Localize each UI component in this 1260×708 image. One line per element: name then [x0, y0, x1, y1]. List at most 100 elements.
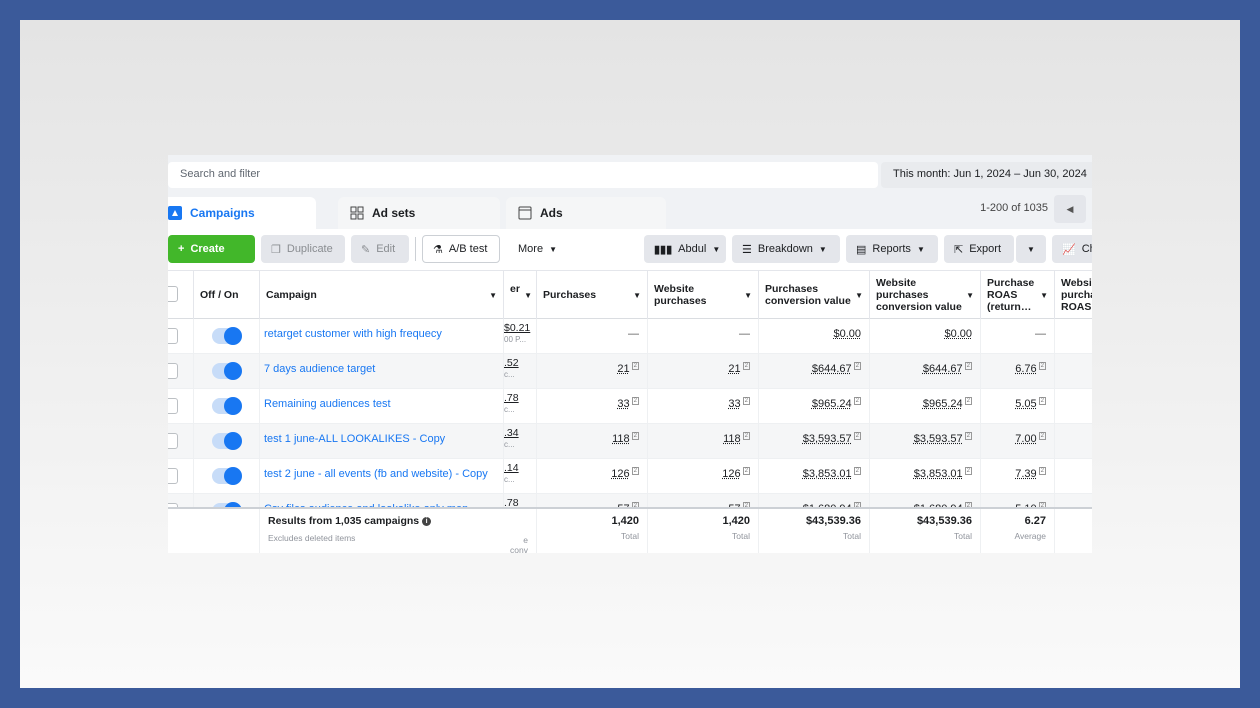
footer-website-purchases: 1,420 Total [648, 509, 759, 553]
cell-purchases-value[interactable]: $965.24 2 [759, 389, 870, 424]
create-button[interactable]: + Create [168, 235, 255, 263]
cell-website-roas [1055, 424, 1092, 459]
tab-campaigns[interactable]: Campaigns [168, 197, 316, 229]
cell-purchases[interactable]: 118 2 [537, 424, 648, 459]
edit-button[interactable]: ✎ Edit [351, 235, 409, 263]
col-purchases-value[interactable]: Purchases conversion value ▼ [759, 271, 870, 319]
campaign-name-link[interactable]: retarget customer with high frequecy [260, 319, 504, 354]
table-row[interactable]: test 2 june - all events (fb and website… [168, 459, 1092, 494]
row-select-cell [168, 459, 194, 494]
campaign-toggle[interactable] [212, 432, 242, 450]
cell-website-roas [1055, 354, 1092, 389]
table-footer: Results from 1,035 campaigns i Excludes … [168, 507, 1092, 553]
plus-icon: + [178, 243, 185, 255]
col-website-roas[interactable]: Websi purcha ROAS [1055, 271, 1092, 319]
row-select-cell [168, 424, 194, 459]
reports-button[interactable]: ▤ Reports ▼ [846, 235, 938, 263]
tab-ad-sets[interactable]: Ad sets [338, 197, 500, 229]
charts-label: Charts [1081, 243, 1092, 255]
campaign-toggle[interactable] [212, 362, 242, 380]
cell-purchase-roas[interactable]: 5.05 2 [981, 389, 1055, 424]
cost-value-text: .14 [504, 462, 519, 474]
tab-ads[interactable]: Ads [506, 197, 666, 229]
table-row[interactable]: 7 days audience target .52 c... 21 2 21 2 $644.… [168, 354, 1092, 389]
campaign-name-link[interactable]: test 2 june - all events (fb and website… [260, 459, 504, 494]
cell-value: 118 [612, 433, 630, 445]
cell-value: 33 [728, 398, 741, 410]
campaign-toggle[interactable] [212, 327, 242, 345]
cell-purchases-value[interactable]: $0.00 [759, 319, 870, 354]
cell-website-purchases[interactable]: 118 2 [648, 424, 759, 459]
cell-website-purchases-value[interactable]: $3,853.01 2 [870, 459, 981, 494]
col-purchase-roas[interactable]: Purchase ROAS (return… ▼ [981, 271, 1055, 319]
ab-test-button[interactable]: ⚗ A/B test [422, 235, 500, 263]
row-checkbox[interactable] [168, 363, 178, 379]
chevron-left-icon[interactable]: ◀ [1054, 195, 1086, 223]
footer-label: Total [843, 531, 861, 541]
duplicate-button[interactable]: ❐ Duplicate [261, 235, 345, 263]
campaign-name-link[interactable]: test 1 june-ALL LOOKALIKES - Copy [260, 424, 504, 459]
col-website-purchases[interactable]: Website purchases ▼ [648, 271, 759, 319]
cell-purchases[interactable]: 126 2 [537, 459, 648, 494]
date-range-picker[interactable]: This month: Jun 1, 2024 – Jun 30, 2024 [881, 162, 1092, 188]
col-cost-per[interactable]: er ▼ [504, 271, 537, 319]
more-button[interactable]: More ▼ [508, 235, 568, 263]
cost-value-text: .78 [504, 392, 519, 404]
table-row[interactable]: retarget customer with high frequecy $0.2… [168, 319, 1092, 354]
attribution-icon: 2 [1038, 362, 1046, 371]
cell-purchases-value[interactable]: $3,593.57 2 [759, 424, 870, 459]
charts-button[interactable]: 📈 Charts [1052, 235, 1092, 263]
col-off-on[interactable]: Off / On [194, 271, 260, 319]
cell-website-purchases-value[interactable]: $644.67 2 [870, 354, 981, 389]
cell-website-purchases[interactable]: 21 2 [648, 354, 759, 389]
col-campaign[interactable]: Campaign ▼ [260, 271, 504, 319]
search-input[interactable]: Search and filter [168, 162, 878, 188]
col-label: er [510, 283, 520, 295]
export-dropdown-button[interactable]: ▼ [1016, 235, 1046, 263]
select-all-checkbox[interactable] [168, 286, 178, 302]
columns-button[interactable]: ▮▮▮ Abdul ▼ [644, 235, 726, 263]
cell-value: 33 [617, 398, 630, 410]
campaign-toggle[interactable] [212, 467, 242, 485]
campaign-name-link[interactable]: 7 days audience target [260, 354, 504, 389]
cell-website-purchases[interactable]: 126 2 [648, 459, 759, 494]
cell-website-purchases[interactable]: 33 2 [648, 389, 759, 424]
cell-website-purchases-value[interactable]: $965.24 2 [870, 389, 981, 424]
cell-purchase-roas[interactable]: 7.39 2 [981, 459, 1055, 494]
row-checkbox[interactable] [168, 398, 178, 414]
cell-purchases-value[interactable]: $3,853.01 2 [759, 459, 870, 494]
table-row[interactable]: Remaining audiences test .78 c... 33 2 33 2 $96… [168, 389, 1092, 424]
campaign-name-link[interactable]: Remaining audiences test [260, 389, 504, 424]
cell-purchases[interactable]: 33 2 [537, 389, 648, 424]
ab-test-label: A/B test [448, 243, 488, 255]
cell-purchases[interactable]: 21 2 [537, 354, 648, 389]
attribution-icon: 2 [1038, 467, 1046, 476]
cell-value: $644.67 [811, 363, 852, 375]
create-label: Create [190, 243, 225, 255]
attribution-icon: 2 [631, 362, 639, 371]
ads-manager: Search and filter This month: Jun 1, 202… [168, 155, 1092, 553]
row-checkbox[interactable] [168, 468, 178, 484]
row-checkbox[interactable] [168, 328, 178, 344]
col-website-purchases-value[interactable]: Website purchases conversion value ▼ [870, 271, 981, 319]
campaign-toggle[interactable] [212, 397, 242, 415]
col-purchases[interactable]: Purchases ▼ [537, 271, 648, 319]
excludes-label: Excludes deleted items [268, 533, 356, 543]
cell-website-purchases-value[interactable]: $3,593.57 2 [870, 424, 981, 459]
row-checkbox[interactable] [168, 433, 178, 449]
info-icon[interactable]: i [422, 516, 432, 526]
campaigns-icon [168, 206, 182, 220]
more-label: More [518, 243, 544, 255]
reports-label: Reports [872, 243, 911, 255]
cell-purchase-roas[interactable]: 6.76 2 [981, 354, 1055, 389]
table-row[interactable]: test 1 june-ALL LOOKALIKES - Copy .34 c...… [168, 424, 1092, 459]
export-button[interactable]: ⇱ Export [944, 235, 1014, 263]
cell-purchase-roas[interactable]: 7.00 2 [981, 424, 1055, 459]
cell-purchases-value[interactable]: $644.67 2 [759, 354, 870, 389]
breakdown-button[interactable]: ☰ Breakdown ▼ [732, 235, 840, 263]
attribution-icon: 2 [631, 432, 639, 441]
cell-website-purchases-value[interactable]: $0.00 [870, 319, 981, 354]
cost-value-text: $0.21 [504, 322, 531, 334]
caret-down-icon: ▼ [712, 244, 721, 254]
attribution-icon: 2 [964, 467, 972, 476]
